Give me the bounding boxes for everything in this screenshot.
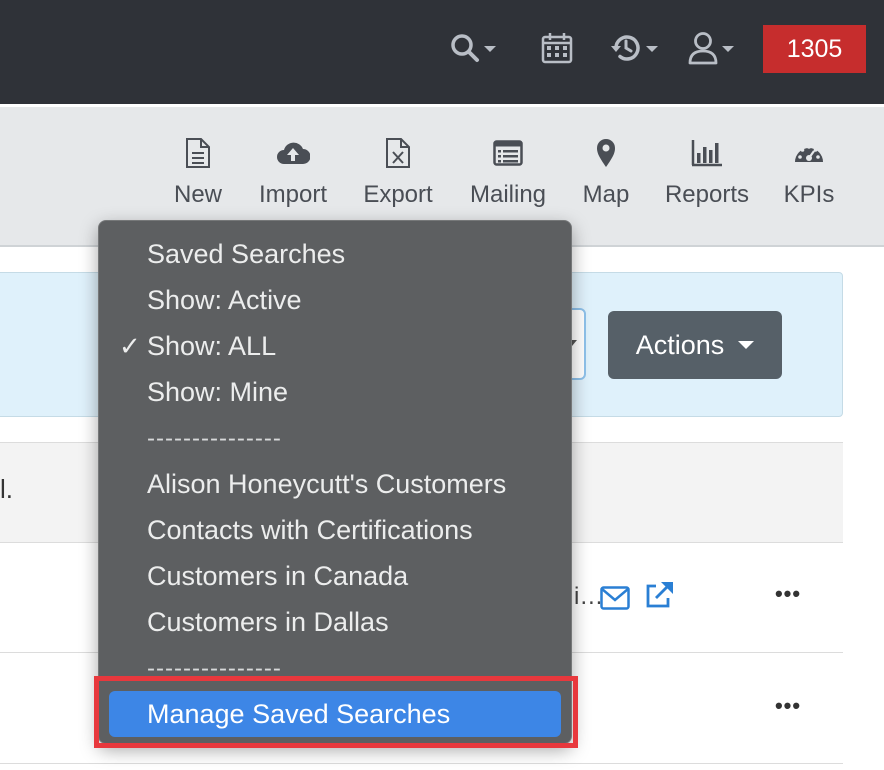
chevron-down-icon [646, 46, 658, 52]
column-header-fragment: l. [0, 474, 13, 504]
mailing-button[interactable]: Mailing [467, 135, 549, 209]
toolbar-label-new: New [173, 181, 222, 208]
map-button[interactable]: Map [580, 135, 632, 209]
new-document-icon [186, 138, 210, 168]
calendar-icon [541, 33, 573, 64]
toolbar-label-export: Export [363, 181, 433, 208]
history-menu[interactable] [610, 28, 658, 68]
row-more-button[interactable]: ••• [773, 693, 803, 719]
search-icon [451, 34, 479, 62]
menu-item-alison-honeycutt-customers[interactable]: Alison Honeycutt's Customers [147, 469, 506, 500]
menu-item-saved-searches[interactable]: Saved Searches [147, 239, 345, 270]
new-button[interactable]: New [173, 135, 223, 209]
external-link-icon[interactable] [644, 581, 674, 614]
row-more-button[interactable]: ••• [773, 581, 803, 607]
gauge-icon [795, 145, 823, 162]
toolbar-label-mailing: Mailing [469, 181, 547, 208]
kpis-button[interactable]: KPIs [783, 135, 835, 209]
toolbar-label-kpis: KPIs [783, 181, 835, 208]
bar-chart-icon [691, 140, 722, 167]
toolbar-label-import: Import [258, 181, 327, 208]
actions-button[interactable]: Actions [608, 311, 782, 379]
menu-item-show-active[interactable]: Show: Active [147, 285, 302, 316]
saved-searches-dropdown: Saved Searches Show: Active ✓ Show: ALL … [98, 220, 572, 744]
menu-item-show-mine[interactable]: Show: Mine [147, 377, 288, 408]
notification-badge[interactable]: 1305 [763, 25, 866, 73]
mailing-list-icon [493, 140, 523, 166]
search-menu[interactable] [450, 28, 496, 68]
menu-item-show-all[interactable]: Show: ALL [147, 331, 276, 362]
truncated-cell-text: i… [574, 583, 604, 610]
menu-item-customers-in-canada[interactable]: Customers in Canada [147, 561, 408, 592]
user-icon [688, 32, 718, 65]
annotation-highlight-frame [94, 676, 578, 748]
toolbar-label-reports: Reports [664, 181, 750, 208]
excel-file-icon [386, 138, 410, 168]
cloud-upload-icon [277, 142, 310, 164]
chevron-down-icon [738, 341, 755, 349]
menu-separator: --------------- [147, 425, 282, 452]
toolbar-label-map: Map [582, 181, 630, 208]
actions-label: Actions [635, 329, 725, 360]
map-pin-icon [597, 139, 615, 167]
chevron-down-icon [484, 46, 496, 52]
export-button[interactable]: Export [362, 135, 434, 209]
history-icon [611, 35, 640, 61]
checkmark-icon: ✓ [119, 331, 141, 361]
calendar-menu[interactable] [541, 28, 573, 68]
import-button[interactable]: Import [255, 135, 331, 209]
menu-item-customers-in-dallas[interactable]: Customers in Dallas [147, 607, 389, 638]
menu-item-contacts-with-certifications[interactable]: Contacts with Certifications [147, 515, 473, 546]
user-menu[interactable] [688, 28, 734, 68]
reports-button[interactable]: Reports [663, 135, 751, 209]
top-navbar: 1305 [0, 0, 884, 104]
email-icon[interactable] [600, 586, 630, 615]
chevron-down-icon [722, 46, 734, 52]
